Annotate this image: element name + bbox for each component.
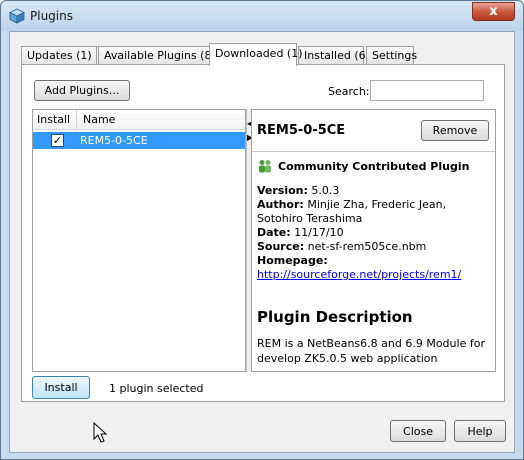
netbeans-cube-icon <box>9 8 25 24</box>
close-icon: x <box>489 4 498 19</box>
tab-label: Updates (1) <box>27 49 92 62</box>
window-close-button[interactable]: x <box>472 2 515 21</box>
community-people-icon <box>259 160 271 173</box>
title-bar[interactable]: Plugins x <box>1 1 523 31</box>
community-badge: Community Contributed Plugin <box>257 159 469 173</box>
version-key: Version: <box>257 184 308 197</box>
community-label: Community Contributed Plugin <box>278 160 470 173</box>
tab-updates[interactable]: Updates (1) <box>21 46 97 65</box>
install-button[interactable]: Install <box>32 376 90 399</box>
tab-available-plugins[interactable]: Available Plugins (82) <box>98 46 223 65</box>
install-checkbox[interactable]: ✓ <box>51 134 64 147</box>
date-key: Date: <box>257 226 291 239</box>
dialog-body: Updates (1) Available Plugins (82) Downl… <box>9 31 515 453</box>
tab-settings[interactable]: Settings <box>366 46 418 65</box>
source-key: Source: <box>257 240 305 253</box>
description-text: REM is a NetBeans6.8 and 6.9 Module for … <box>257 337 485 365</box>
tab-label: Downloaded (1) <box>215 47 303 60</box>
add-plugins-button[interactable]: Add Plugins... <box>34 80 130 101</box>
search-label: Search: <box>328 85 370 98</box>
plugin-metadata: Version: 5.0.3 Author: Minjie Zha, Frede… <box>257 184 493 282</box>
plugin-name-cell: REM5-0-5CE <box>80 134 148 147</box>
homepage-key: Homepage: <box>257 254 328 267</box>
author-key: Author: <box>257 198 304 211</box>
checkmark-icon: ✓ <box>52 134 63 147</box>
details-plugin-name: REM5-0-5CE <box>257 123 346 138</box>
selection-status: 1 plugin selected <box>109 382 204 395</box>
table-row[interactable]: ✓ REM5-0-5CE <box>33 132 245 149</box>
tab-label: Available Plugins (82) <box>104 49 223 62</box>
tab-label: Settings <box>372 49 418 62</box>
remove-button[interactable]: Remove <box>421 120 489 141</box>
install-column-header[interactable]: Install <box>37 113 70 126</box>
downloaded-tab-panel: Add Plugins... Search: Install Name ✓ RE… <box>21 64 505 402</box>
column-divider[interactable] <box>76 110 77 130</box>
table-header: Install Name <box>33 110 245 130</box>
source-value: net-sf-rem505ce.nbm <box>307 240 427 253</box>
plugin-details-panel: REM5-0-5CE Remove Community Contributed … <box>251 109 496 372</box>
window-title: Plugins <box>30 9 73 23</box>
version-value: 5.0.3 <box>311 184 340 197</box>
description-heading: Plugin Description <box>257 308 413 326</box>
close-button[interactable]: Close <box>390 420 446 442</box>
date-value: 11/17/10 <box>294 226 344 239</box>
tab-installed[interactable]: Installed (6) <box>298 46 370 65</box>
tab-downloaded[interactable]: Downloaded (1) <box>209 43 303 66</box>
mouse-pointer-icon <box>93 422 108 443</box>
name-column-header[interactable]: Name <box>83 113 115 126</box>
plugin-table: Install Name ✓ REM5-0-5CE <box>32 109 246 372</box>
tab-label: Installed (6) <box>304 49 370 62</box>
details-header: REM5-0-5CE Remove <box>252 110 495 152</box>
plugins-window: Plugins x Updates (1) Available Plugins … <box>0 0 524 460</box>
homepage-link[interactable]: http://sourceforge.net/projects/rem1/ <box>257 268 461 281</box>
search-input[interactable] <box>370 80 484 101</box>
help-button[interactable]: Help <box>454 420 506 442</box>
